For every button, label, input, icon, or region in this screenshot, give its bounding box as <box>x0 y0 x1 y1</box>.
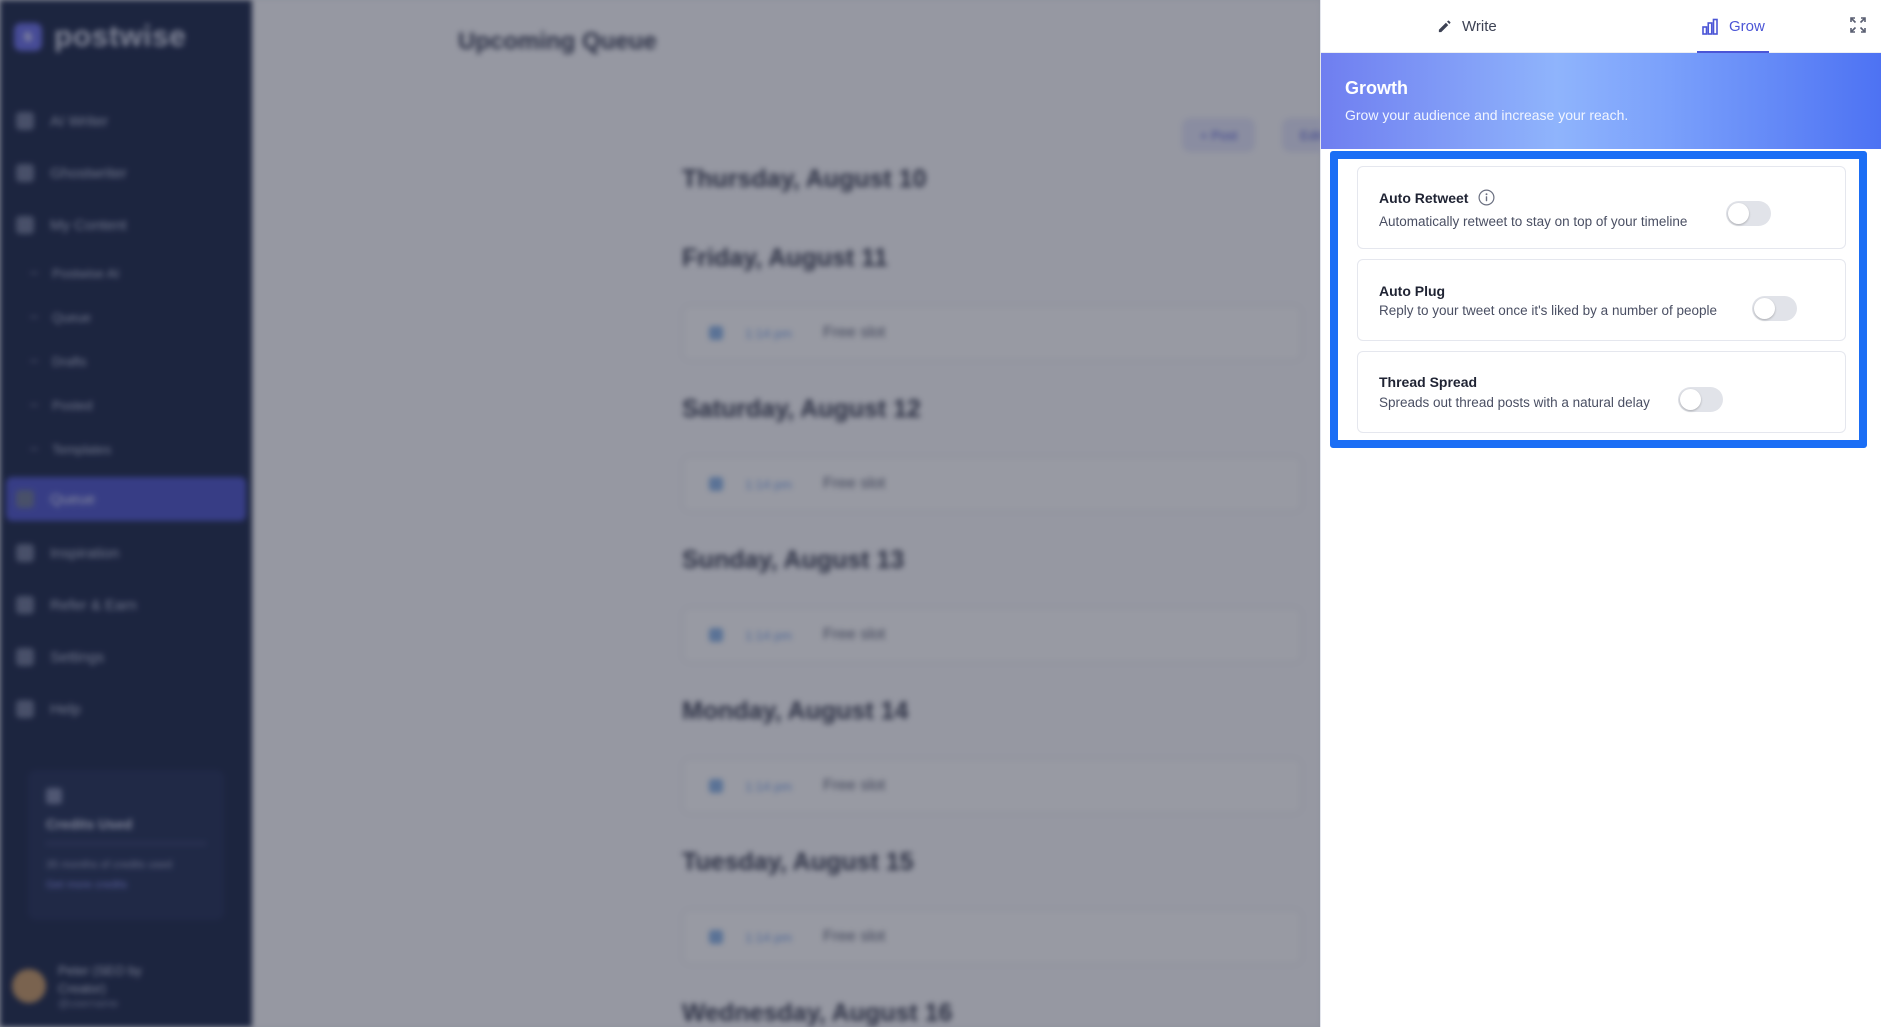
tab-write[interactable]: Write <box>1437 0 1497 53</box>
panel-tabs: Write Grow <box>1321 0 1881 53</box>
expand-icon[interactable] <box>1849 16 1869 36</box>
banner-subtitle: Grow your audience and increase your rea… <box>1345 107 1629 123</box>
feature-card-thread-spread: Thread Spread Spreads out thread posts w… <box>1357 351 1846 433</box>
bar-chart-icon <box>1701 18 1719 36</box>
toggle-knob <box>1728 203 1749 224</box>
toggle-knob <box>1680 389 1701 410</box>
side-panel: Write Grow Growth Grow your audience and… <box>1320 0 1881 1027</box>
tab-grow-label: Grow <box>1729 18 1765 35</box>
feature-title-text: Auto Retweet <box>1379 189 1469 206</box>
feature-description: Spreads out thread posts with a natural … <box>1379 395 1650 410</box>
feature-description: Reply to your tweet once it's liked by a… <box>1379 303 1718 318</box>
info-icon[interactable] <box>1478 189 1495 206</box>
banner-title: Growth <box>1345 78 1408 98</box>
feature-title: Auto Plug <box>1379 283 1446 299</box>
growth-banner: Growth Grow your audience and increase y… <box>1321 53 1881 149</box>
thread-spread-toggle[interactable] <box>1678 387 1723 412</box>
auto-retweet-toggle[interactable] <box>1726 201 1771 226</box>
tab-write-label: Write <box>1462 18 1497 35</box>
modal-overlay[interactable] <box>0 0 1320 1027</box>
feature-card-auto-retweet: Auto Retweet Automatically retweet to st… <box>1357 166 1846 249</box>
feature-description: Automatically retweet to stay on top of … <box>1379 214 1688 229</box>
pencil-icon <box>1437 19 1452 34</box>
feature-title: Thread Spread <box>1379 374 1478 390</box>
auto-plug-toggle[interactable] <box>1752 296 1797 321</box>
toggle-knob <box>1754 298 1775 319</box>
feature-title: Auto Retweet <box>1379 189 1495 206</box>
tab-grow[interactable]: Grow <box>1697 0 1769 53</box>
feature-card-auto-plug: Auto Plug Reply to your tweet once it's … <box>1357 259 1846 341</box>
